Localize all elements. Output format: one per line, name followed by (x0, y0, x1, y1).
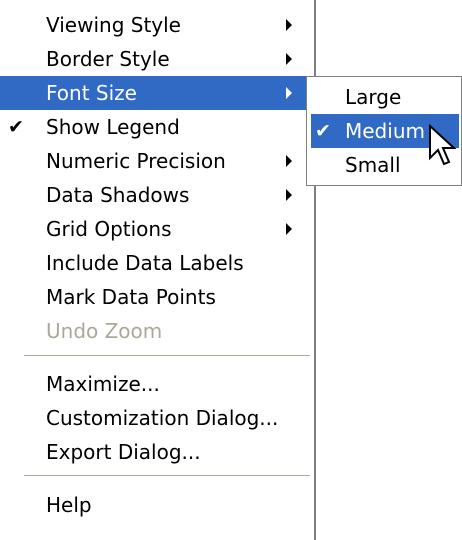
submenu-item-label: Medium (345, 119, 425, 143)
menu-item-label: Border Style (46, 47, 170, 71)
menu-item-label: Grid Options (46, 217, 172, 241)
submenu-arrow-icon (286, 87, 292, 99)
menu-item-customization-dialog[interactable]: Customization Dialog... (0, 401, 314, 435)
menu-item-mark-data-points[interactable]: Mark Data Points (0, 280, 314, 314)
menu-separator (24, 475, 310, 477)
menu-item-label: Data Shadows (46, 183, 190, 207)
context-menu: Viewing Style Border Style Font Size ✔ S… (0, 0, 316, 540)
menu-item-label: Customization Dialog... (46, 406, 279, 430)
menu-item-undo-zoom: Undo Zoom (0, 314, 314, 348)
menu-separator (24, 355, 310, 357)
menu-item-label: Maximize... (46, 372, 160, 396)
menu-item-label: Mark Data Points (46, 285, 216, 309)
menu-item-label: Viewing Style (46, 13, 181, 37)
menu-item-grid-options[interactable]: Grid Options (0, 212, 314, 246)
menu-item-label: Numeric Precision (46, 149, 226, 173)
submenu-item-large[interactable]: Large (311, 80, 459, 114)
menu-item-label: Undo Zoom (46, 319, 163, 343)
menu-item-label: Export Dialog... (46, 440, 201, 464)
menu-item-include-data-labels[interactable]: Include Data Labels (0, 246, 314, 280)
mouse-pointer-icon (429, 124, 457, 166)
checkmark-icon: ✔ (315, 120, 331, 142)
menu-item-export-dialog[interactable]: Export Dialog... (0, 435, 314, 469)
menu-item-numeric-precision[interactable]: Numeric Precision (0, 144, 314, 178)
menu-item-label: Font Size (46, 81, 137, 105)
submenu-arrow-icon (286, 53, 292, 65)
submenu-arrow-icon (286, 19, 292, 31)
menu-item-border-style[interactable]: Border Style (0, 42, 314, 76)
menu-item-viewing-style[interactable]: Viewing Style (0, 8, 314, 42)
menu-item-help[interactable]: Help (0, 488, 314, 522)
submenu-item-label: Small (345, 153, 401, 177)
menu-item-label: Show Legend (46, 115, 180, 139)
menu-item-maximize[interactable]: Maximize... (0, 367, 314, 401)
submenu-arrow-icon (286, 155, 292, 167)
menu-item-data-shadows[interactable]: Data Shadows (0, 178, 314, 212)
submenu-arrow-icon (286, 189, 292, 201)
menu-item-show-legend[interactable]: ✔ Show Legend (0, 110, 314, 144)
submenu-item-label: Large (345, 85, 402, 109)
menu-item-label: Include Data Labels (46, 251, 244, 275)
menu-item-label: Help (46, 493, 92, 517)
menu-item-font-size[interactable]: Font Size (0, 76, 314, 110)
checkmark-icon: ✔ (8, 116, 24, 138)
submenu-arrow-icon (286, 223, 292, 235)
